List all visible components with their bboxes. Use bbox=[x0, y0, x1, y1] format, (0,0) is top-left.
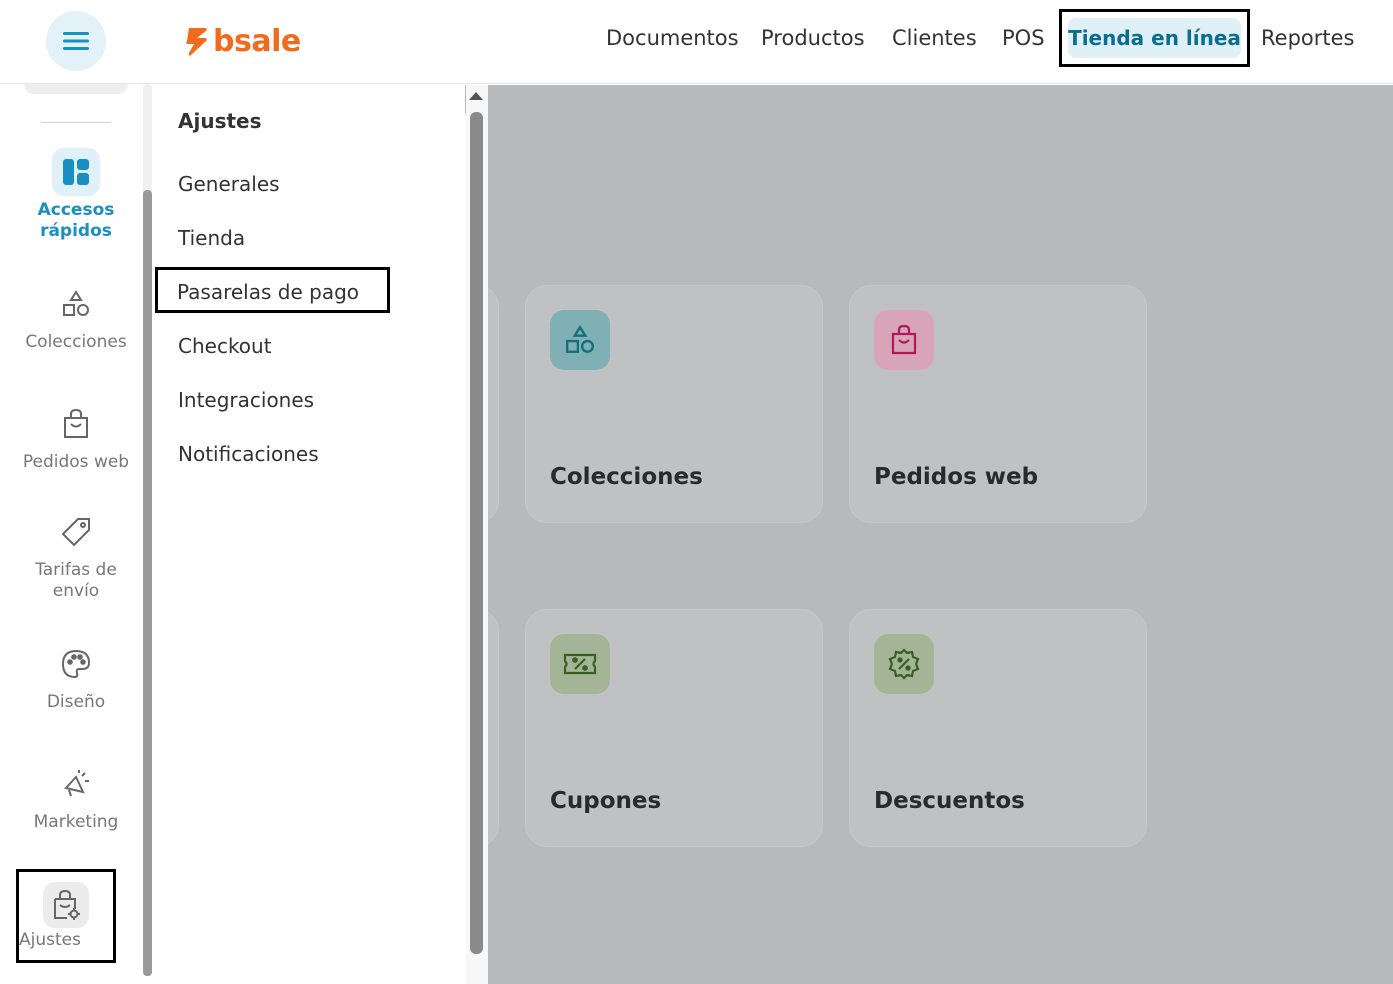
bsale-logo[interactable]: bsale bbox=[185, 23, 301, 59]
nav-tienda-en-linea-highlight: Tienda en línea bbox=[1059, 9, 1250, 67]
rail-item-accesos-rapidos[interactable]: Accesos rápidos bbox=[0, 148, 152, 242]
ajustes-submenu: Ajustes Generales Tienda Checkout Integr… bbox=[153, 85, 467, 984]
palette-icon bbox=[52, 640, 100, 688]
rail-label-diseno: Diseño bbox=[46, 692, 106, 712]
submenu-item-notificaciones[interactable]: Notificaciones bbox=[178, 442, 319, 466]
nav-documentos[interactable]: Documentos bbox=[606, 26, 739, 50]
rail-label-ajustes: Ajustes bbox=[19, 930, 81, 950]
rail-item-colecciones[interactable]: Colecciones bbox=[0, 280, 152, 353]
card-label-colecciones: Colecciones bbox=[550, 464, 703, 490]
bag-settings-icon bbox=[43, 882, 89, 928]
rail-item-ajustes[interactable]: Ajustes bbox=[16, 869, 116, 963]
shopping-bag-icon bbox=[52, 400, 100, 448]
coupon-icon bbox=[550, 634, 610, 694]
rail-label-pedidos-web: Pedidos web bbox=[22, 452, 130, 472]
shapes-icon bbox=[52, 280, 100, 328]
card-cupones[interactable]: Cupones bbox=[525, 609, 823, 847]
card-label-descuentos: Descuentos bbox=[874, 788, 1025, 814]
hamburger-menu-button[interactable] bbox=[46, 11, 106, 71]
nav-tienda-en-linea[interactable]: Tienda en línea bbox=[1068, 18, 1241, 58]
left-rail: Accesos rápidos Colecciones Pedidos web bbox=[0, 84, 152, 984]
rail-item-pedidos-web[interactable]: Pedidos web bbox=[0, 400, 152, 473]
submenu-item-pasarelas-de-pago[interactable]: Pasarelas de pago bbox=[155, 267, 390, 313]
submenu-item-checkout[interactable]: Checkout bbox=[178, 334, 272, 358]
card-pedidos-web[interactable]: Pedidos web bbox=[849, 285, 1147, 523]
bolt-logo-icon bbox=[186, 28, 207, 56]
scroll-up-arrow-icon[interactable] bbox=[469, 92, 483, 100]
rail-label-tarifas-de-envio: Tarifas de envío bbox=[35, 560, 117, 601]
card-descuentos[interactable]: Descuentos bbox=[849, 609, 1147, 847]
submenu-label-pasarelas-de-pago: Pasarelas de pago bbox=[177, 280, 360, 304]
nav-pos[interactable]: POS bbox=[1002, 26, 1045, 50]
rail-item-marketing[interactable]: Marketing bbox=[0, 760, 152, 833]
rail-divider bbox=[41, 122, 111, 123]
rail-label-colecciones: Colecciones bbox=[25, 332, 127, 352]
brand-name: bsale bbox=[213, 23, 301, 59]
rail-top-edge bbox=[24, 84, 128, 94]
submenu-scrollbar-thumb[interactable] bbox=[470, 112, 483, 954]
submenu-item-generales[interactable]: Generales bbox=[178, 172, 280, 196]
rail-item-tarifas-de-envio[interactable]: Tarifas de envío bbox=[0, 508, 152, 602]
card-colecciones[interactable]: Colecciones bbox=[525, 285, 823, 523]
card-label-pedidos-web: Pedidos web bbox=[874, 464, 1039, 490]
rail-label-accesos-rapidos: Accesos rápidos bbox=[37, 200, 115, 241]
nav-productos[interactable]: Productos bbox=[761, 26, 865, 50]
megaphone-icon bbox=[52, 760, 100, 808]
shopping-bag-icon bbox=[874, 310, 934, 370]
submenu-item-integraciones[interactable]: Integraciones bbox=[178, 388, 314, 412]
discount-badge-icon bbox=[874, 634, 934, 694]
submenu-title: Ajustes bbox=[178, 109, 262, 133]
hamburger-icon bbox=[63, 32, 89, 50]
nav-reportes[interactable]: Reportes bbox=[1261, 26, 1354, 50]
tag-icon bbox=[52, 508, 100, 556]
submenu-item-tienda[interactable]: Tienda bbox=[178, 226, 245, 250]
dashboard-icon bbox=[52, 148, 100, 196]
card-label-cupones: Cupones bbox=[550, 788, 662, 814]
top-bar: bsale Documentos Productos Clientes POS … bbox=[0, 0, 1393, 84]
dimmed-content-overlay[interactable]: Colecciones Pedidos web Cupones Descuent… bbox=[201, 85, 1393, 984]
rail-label-marketing: Marketing bbox=[33, 812, 119, 832]
shapes-icon bbox=[550, 310, 610, 370]
nav-clientes[interactable]: Clientes bbox=[892, 26, 977, 50]
rail-item-diseno[interactable]: Diseño bbox=[0, 640, 152, 713]
